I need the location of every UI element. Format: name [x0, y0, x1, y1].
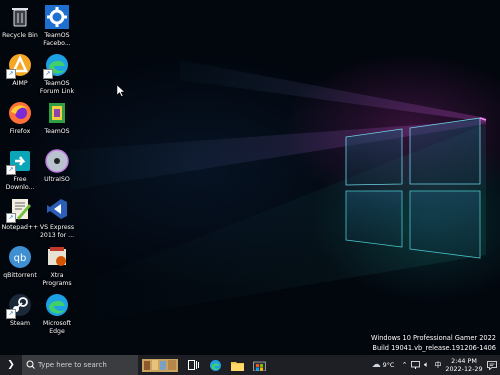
teamos-facebook-desktop-icon[interactable]: TeamOS Facebo... [37, 4, 77, 48]
aimp-desktop-icon[interactable]: ↗ AIMP [0, 52, 40, 88]
shortcut-arrow-icon: ↗ [6, 213, 16, 223]
task-view-button[interactable] [182, 355, 204, 375]
chevron-up-icon[interactable]: ⌃ [399, 355, 410, 375]
notepadpp-icon: ↗ [6, 196, 33, 223]
folder-icon [230, 361, 244, 371]
download-manager-icon: ↗ [6, 148, 33, 175]
search-icon [22, 360, 38, 371]
steam-desktop-icon[interactable]: ↗ Steam [0, 292, 40, 328]
mouse-pointer [116, 84, 126, 97]
vs-express-desktop-icon[interactable]: VS Express 2013 for ... [37, 196, 77, 240]
qbittorrent-desktop-icon[interactable]: qb qBittorrent [0, 244, 40, 280]
clock-time: 2:44 PM [451, 357, 477, 365]
taskbar: ❯ Type here to search ☁ 9°C ⌃ 🔈︎ 中 2:44 … [0, 355, 500, 375]
shortcut-arrow-icon: ↗ [6, 165, 16, 175]
watermark-edition: Windows 10 Professional Gamer 2022 [371, 334, 496, 342]
recycle-bin-icon [7, 4, 33, 30]
shortcut-arrow-icon: ↗ [6, 309, 16, 319]
ultraiso-desktop-icon[interactable]: UltraISO [37, 148, 77, 184]
watermark-build: Build 19041.vb_release.191206-1406 [372, 344, 496, 352]
taskbar-clock[interactable]: 2:44 PM 2022-12-29 [444, 355, 484, 375]
edge-icon [209, 359, 221, 371]
disc-icon [44, 148, 70, 174]
teamos-app-icon [44, 100, 70, 126]
xtra-programs-desktop-icon[interactable]: Xtra Programs [37, 244, 77, 288]
shortcut-arrow-icon: ↗ [6, 69, 16, 79]
free-download-desktop-icon[interactable]: ↗ Free Downlo... [0, 148, 40, 192]
windows-watermark: Windows 10 Professional Gamer 2022 Build… [371, 333, 496, 353]
cloud-icon: ☁ [371, 360, 381, 370]
recycle-bin-desktop-icon[interactable]: Recycle Bin [0, 4, 40, 40]
system-tray: ☁ 9°C ⌃ 🔈︎ 中 2:44 PM 2022-12-29 [367, 355, 500, 375]
network-icon[interactable] [410, 355, 421, 375]
taskbar-edge-button[interactable] [204, 355, 226, 375]
notification-button[interactable] [484, 355, 500, 375]
edge-icon [44, 292, 70, 318]
taskbar-search-box[interactable]: Type here to search [22, 355, 138, 375]
start-button[interactable]: ❯ [0, 355, 22, 375]
notification-icon [487, 360, 497, 370]
teamos-forum-desktop-icon[interactable]: ↗ TeamOS Forum Link [37, 52, 77, 96]
gear-icon [44, 4, 70, 30]
news-widget-button[interactable] [138, 355, 182, 375]
qbittorrent-icon: qb [7, 244, 33, 270]
firefox-desktop-icon[interactable]: Firefox [0, 100, 40, 136]
taskbar-file-explorer-button[interactable] [226, 355, 248, 375]
teamos-desktop-icon[interactable]: TeamOS [37, 100, 77, 136]
taskbar-store-button[interactable] [248, 355, 270, 375]
ime-language-icon[interactable]: 中 [432, 355, 444, 375]
task-view-icon [187, 360, 199, 370]
edge-icon: ↗ [43, 52, 70, 79]
microsoft-edge-desktop-icon[interactable]: Microsoft Edge [37, 292, 77, 336]
weather-widget[interactable]: ☁ 9°C [367, 355, 399, 375]
steam-icon: ↗ [6, 292, 33, 319]
svg-text:qb: qb [14, 253, 27, 264]
store-bag-icon [252, 361, 266, 371]
aimp-icon: ↗ [6, 52, 33, 79]
search-placeholder: Type here to search [38, 361, 107, 369]
news-thumbnail-icon [142, 359, 178, 372]
volume-icon[interactable]: 🔈︎ [421, 355, 432, 375]
folder-programs-icon [44, 244, 70, 270]
firefox-icon [7, 100, 33, 126]
visual-studio-icon [44, 196, 70, 222]
weather-temperature: 9°C [382, 361, 395, 369]
clock-date: 2022-12-29 [445, 365, 483, 373]
notepadpp-desktop-icon[interactable]: ↗ Notepad++ [0, 196, 40, 232]
shortcut-arrow-icon: ↗ [43, 69, 53, 79]
chevron-right-icon: ❯ [7, 360, 15, 370]
